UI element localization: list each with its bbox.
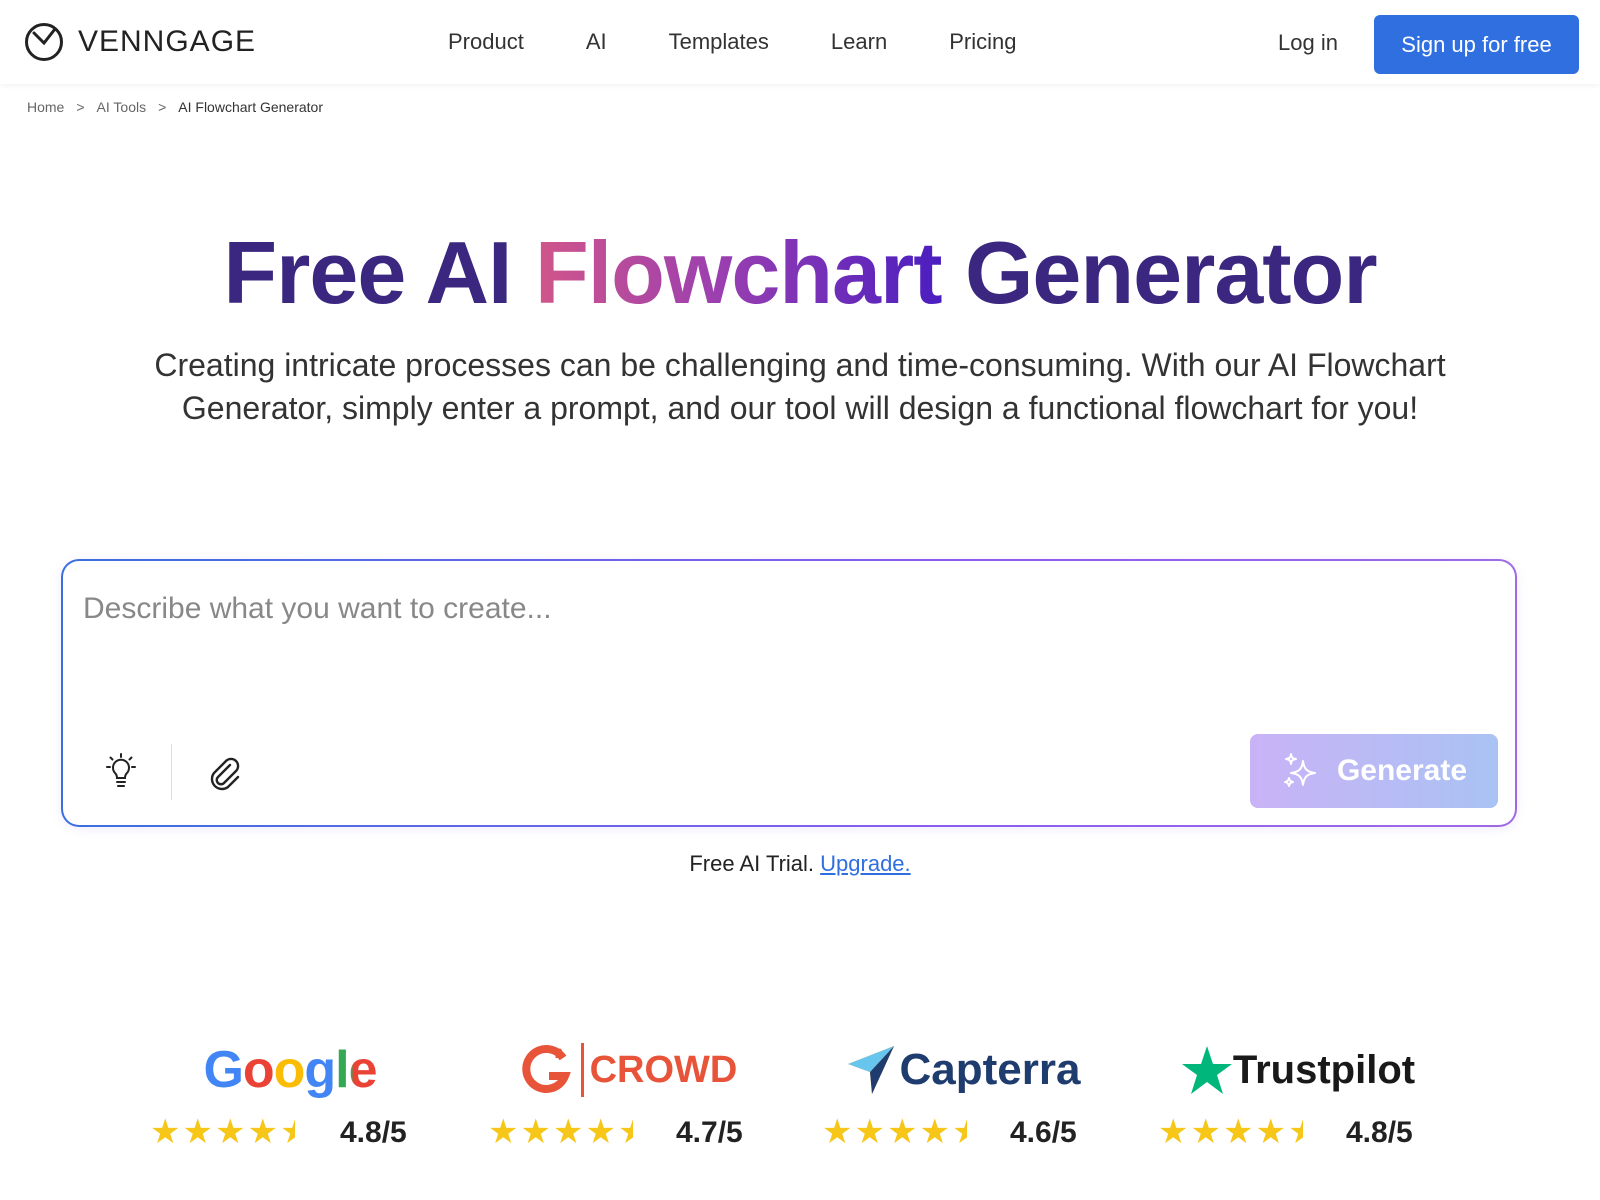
page-title: Free AI Flowchart Generator [0, 222, 1600, 324]
half-star-icon: ★ [1287, 1113, 1319, 1151]
half-star-icon: ★ [279, 1113, 311, 1151]
star-icon: ★ [886, 1113, 918, 1151]
star-icon: ★ [247, 1113, 278, 1151]
rating-score: 4.8/5 [1346, 1116, 1413, 1149]
breadcrumb-current: AI Flowchart Generator [178, 99, 324, 115]
upgrade-link[interactable]: Upgrade. [820, 851, 911, 876]
half-star-icon: ★ [617, 1113, 649, 1151]
generate-label: Generate [1336, 754, 1468, 787]
paperclip-icon[interactable] [203, 751, 243, 791]
star-icon: ★ [1158, 1113, 1189, 1151]
google-brand-text: Google [203, 1041, 377, 1099]
rating-g2-crowd: 2 CROWD ★ ★ ★ ★ ★ 4.7/5 [488, 1040, 768, 1160]
title-part-1: Free AI [223, 223, 535, 322]
lightbulb-icon[interactable] [101, 751, 141, 791]
star-rating: ★ ★ ★ ★ ★ [150, 1115, 310, 1149]
login-link[interactable]: Log in [1278, 30, 1338, 56]
trial-notice: Free AI Trial. Upgrade. [0, 851, 1600, 877]
star-icon: ★ [182, 1113, 213, 1151]
rating-score: 4.8/5 [340, 1116, 407, 1149]
star-icon: ★ [552, 1113, 584, 1151]
nav-item-templates[interactable]: Templates [669, 29, 769, 55]
star-icon: ★ [214, 1113, 246, 1151]
breadcrumb: Home > AI Tools > AI Flowchart Generator [27, 99, 323, 115]
star-rating: ★ ★ ★ ★ ★ [1158, 1115, 1318, 1149]
venngage-logo-icon [25, 23, 63, 61]
breadcrumb-separator: > [158, 99, 167, 115]
g2-crowd-logo: 2 CROWD [488, 1040, 768, 1100]
star-icon: ★ [1222, 1113, 1254, 1151]
half-star-icon: ★ [951, 1113, 983, 1151]
sparkle-icon [1283, 753, 1316, 787]
capterra-brand-text: Capterra [899, 1045, 1081, 1094]
signup-button[interactable]: Sign up for free [1374, 15, 1579, 74]
breadcrumb-ai-tools[interactable]: AI Tools [97, 99, 147, 115]
star-icon: ★ [520, 1113, 551, 1151]
rating-score: 4.6/5 [1010, 1116, 1077, 1149]
ratings-row: Google ★ ★ ★ ★ ★ 4.8/5 2 CROWD ★ ★ ★ ★ ★ 4.7/5 [0, 1040, 1600, 1160]
trustpilot-star-icon [1181, 1046, 1232, 1094]
trustpilot-logo: Trustpilot [1158, 1040, 1438, 1100]
star-icon: ★ [150, 1113, 181, 1151]
rating-google: Google ★ ★ ★ ★ ★ 4.8/5 [150, 1040, 430, 1160]
logo-text: VENNGAGE [78, 25, 257, 58]
title-highlight: Flowchart [534, 223, 943, 322]
capterra-arrow-icon [847, 1046, 894, 1094]
nav-item-ai[interactable]: AI [586, 29, 607, 55]
star-icon: ★ [1255, 1113, 1286, 1151]
prompt-input[interactable] [83, 579, 1483, 639]
nav-item-product[interactable]: Product [448, 29, 524, 55]
star-icon: ★ [919, 1113, 950, 1151]
nav-item-learn[interactable]: Learn [831, 29, 887, 55]
google-logo: Google [150, 1040, 430, 1100]
trustpilot-brand-text: Trustpilot [1232, 1047, 1416, 1092]
crowd-brand-text: CROWD [589, 1048, 738, 1091]
main-nav: Product AI Templates Learn Pricing [448, 0, 1016, 84]
svg-text:2: 2 [555, 1045, 563, 1061]
star-rating: ★ ★ ★ ★ ★ [488, 1115, 648, 1149]
rating-capterra: Capterra ★ ★ ★ ★ ★ 4.6/5 [822, 1040, 1102, 1160]
star-icon: ★ [822, 1113, 853, 1151]
rating-trustpilot: Trustpilot ★ ★ ★ ★ ★ 4.8/5 [1158, 1040, 1438, 1160]
capterra-logo: Capterra [822, 1040, 1102, 1100]
g2-logo-icon: 2 [521, 1045, 571, 1093]
generate-button[interactable]: Generate [1250, 734, 1498, 808]
logo-divider [580, 1043, 584, 1097]
title-part-2: Generator [941, 223, 1378, 322]
star-icon: ★ [1190, 1113, 1221, 1151]
top-navigation-bar: VENNGAGE Product AI Templates Learn Pric… [0, 0, 1600, 84]
breadcrumb-separator: > [76, 99, 85, 115]
toolbar-divider [171, 744, 172, 800]
rating-score: 4.7/5 [676, 1116, 743, 1149]
prompt-box: Generate [61, 559, 1517, 827]
star-icon: ★ [488, 1113, 519, 1151]
nav-item-pricing[interactable]: Pricing [949, 29, 1016, 55]
trial-text: Free AI Trial. [689, 851, 815, 876]
star-icon: ★ [854, 1113, 885, 1151]
star-rating: ★ ★ ★ ★ ★ [822, 1115, 982, 1149]
venngage-logo[interactable]: VENNGAGE [24, 22, 256, 62]
page-subtitle: Creating intricate processes can be chal… [154, 347, 1446, 426]
star-icon: ★ [585, 1113, 616, 1151]
breadcrumb-home[interactable]: Home [27, 99, 64, 115]
